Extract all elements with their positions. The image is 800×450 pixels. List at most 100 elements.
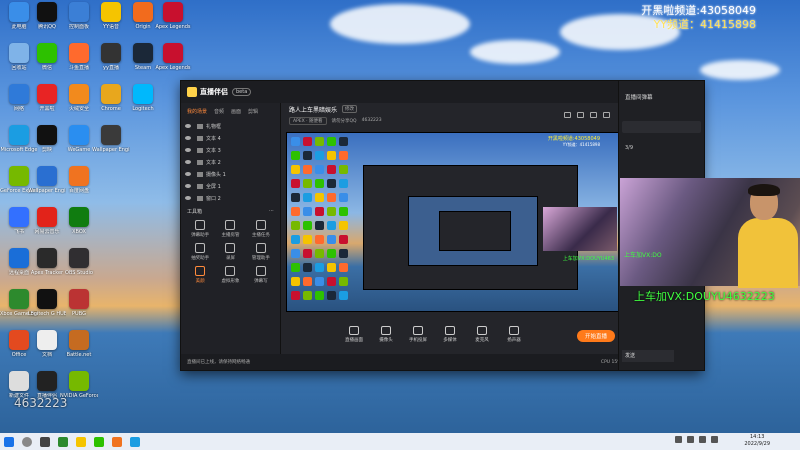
tool-item[interactable]: 管理助手 (246, 243, 276, 261)
tool-item[interactable]: 弹幕助手 (185, 220, 215, 238)
cloud (330, 4, 470, 44)
preview-icon (291, 221, 300, 230)
toolbar-button[interactable]: 直播画面 (343, 326, 365, 343)
chat-title: 直播间弹幕 (625, 95, 653, 101)
toolbar-icon (477, 326, 487, 335)
preview-cam-text: 上车加VX:DOUYU463 (562, 256, 614, 262)
tool-item[interactable]: 主播任务 (246, 220, 276, 238)
desktop-icon[interactable]: Logitech (124, 84, 162, 112)
desktop-icon[interactable]: Battle.net (60, 330, 98, 358)
source-icon (197, 123, 203, 129)
preview-icon (327, 165, 336, 174)
app-icon (133, 84, 153, 104)
source-item[interactable]: 摄像头 1 (181, 168, 280, 180)
source-item[interactable]: 文本 3 (181, 144, 280, 156)
toolbar-button[interactable]: 扬声器 (503, 326, 525, 343)
tool-item[interactable]: 弹幕写 (246, 266, 276, 284)
source-item[interactable]: 文本 2 (181, 156, 280, 168)
tool-icon (195, 266, 206, 276)
toolbar-label: 扬声器 (507, 338, 521, 343)
app-logo (187, 87, 197, 97)
folder-icon[interactable] (76, 436, 86, 447)
bell-icon[interactable] (590, 112, 597, 118)
wifi-icon[interactable] (699, 436, 706, 443)
app-icon (37, 84, 57, 104)
eye-icon[interactable] (185, 160, 191, 164)
tools-more-icon[interactable]: ⋯ (269, 208, 274, 215)
app-icon (9, 371, 29, 391)
edit-title-button[interactable]: 修改 (342, 105, 358, 113)
app-icon (37, 125, 57, 145)
tool-item[interactable]: 录屏 (215, 243, 245, 261)
category-select[interactable]: APEX · 随便看 (289, 116, 327, 125)
stream-preview[interactable]: 开黑啦频道:43058049 YY频道：41415898 上车加VX:DOUYU… (286, 132, 619, 312)
room-title[interactable]: 路人上车黑暗娱乐 (289, 105, 337, 114)
eye-icon[interactable] (185, 136, 191, 140)
message-icon[interactable] (577, 112, 584, 118)
app-icon (9, 2, 29, 22)
source-item[interactable]: 文本 4 (181, 132, 280, 144)
search-icon[interactable] (22, 436, 32, 447)
chat-input[interactable]: 发送 (622, 350, 674, 362)
eye-icon[interactable] (185, 124, 191, 128)
source-item[interactable]: 全屏 1 (181, 180, 280, 192)
start-icon[interactable] (4, 436, 14, 447)
taskview-icon[interactable] (40, 436, 50, 447)
left-panel: 我的场景 音频 画面 剪辑 礼物框 文本 4 文本 3 文本 2 摄像头 1 全屏 1 窗口 2 … (181, 103, 281, 354)
preview-icon (339, 249, 348, 258)
app-icon (37, 289, 57, 309)
tool-icon (195, 243, 206, 253)
eye-icon[interactable] (185, 196, 191, 200)
desktop-icon[interactable]: Apex Legends (154, 43, 192, 71)
chat-search[interactable] (622, 121, 701, 133)
source-item[interactable]: 窗口 2 (181, 192, 280, 204)
preview-icon (315, 235, 324, 244)
share-icon[interactable] (603, 112, 610, 118)
desktop-icon[interactable]: Wallpaper Engine (92, 125, 130, 153)
source-item[interactable]: 礼物框 (181, 120, 280, 132)
desktop-icon[interactable]: NVIDIA GeForce (60, 371, 98, 399)
app-brand: 直播伴侣 (200, 88, 228, 96)
preview-icon (327, 263, 336, 272)
tool-item[interactable]: 虚拟形象 (215, 266, 245, 284)
tool-item[interactable]: 抽奖助手 (185, 243, 215, 261)
source-icon (197, 147, 203, 153)
tray-icon[interactable] (675, 436, 682, 443)
left-tab[interactable]: 我的场景 (187, 108, 207, 115)
eye-icon[interactable] (185, 184, 191, 188)
preview-icon (327, 207, 336, 216)
desktop-icon[interactable]: PUBG (60, 289, 98, 317)
desktop-icon[interactable]: Apex Legends (154, 2, 192, 30)
preview-icon (291, 179, 300, 188)
tool-item[interactable]: 主播房管 (215, 220, 245, 238)
start-live-button[interactable]: 开始直播 (577, 330, 615, 342)
desktop-icon[interactable]: XBOX (60, 207, 98, 235)
toolbar-button[interactable]: 摄像头 (375, 326, 397, 343)
tool-item[interactable]: 美颜 (185, 266, 215, 284)
toolbar-button[interactable]: 多媒体 (439, 326, 461, 343)
tray-icon[interactable] (687, 436, 694, 443)
preview-icon (291, 137, 300, 146)
edge-icon[interactable] (130, 436, 140, 447)
wechat-icon[interactable] (94, 436, 104, 447)
clock[interactable]: 14:13 2022/9/29 (744, 434, 770, 448)
toolbar-label: 麦克风 (475, 338, 489, 343)
desktop-icon[interactable]: OBS Studio (60, 248, 98, 276)
gift-icon[interactable] (564, 112, 571, 118)
desktop-icon[interactable]: 百度网盘 (60, 166, 98, 194)
app-icon[interactable] (112, 436, 122, 447)
toolbar-label: 手机投屏 (409, 338, 427, 343)
toolbar-button[interactable]: 手机投屏 (407, 326, 429, 343)
app-icon (69, 166, 89, 186)
preview-icon (291, 249, 300, 258)
toolbar-button[interactable]: 麦克风 (471, 326, 493, 343)
left-tab[interactable]: 画面 (231, 108, 241, 115)
left-tab[interactable]: 剪辑 (248, 108, 258, 115)
volume-icon[interactable] (711, 436, 718, 443)
eye-icon[interactable] (185, 148, 191, 152)
eye-icon[interactable] (185, 172, 191, 176)
preview-icon (303, 221, 312, 230)
left-tab[interactable]: 音频 (214, 108, 224, 115)
app-icon[interactable] (58, 436, 68, 447)
preview-icon (303, 277, 312, 286)
